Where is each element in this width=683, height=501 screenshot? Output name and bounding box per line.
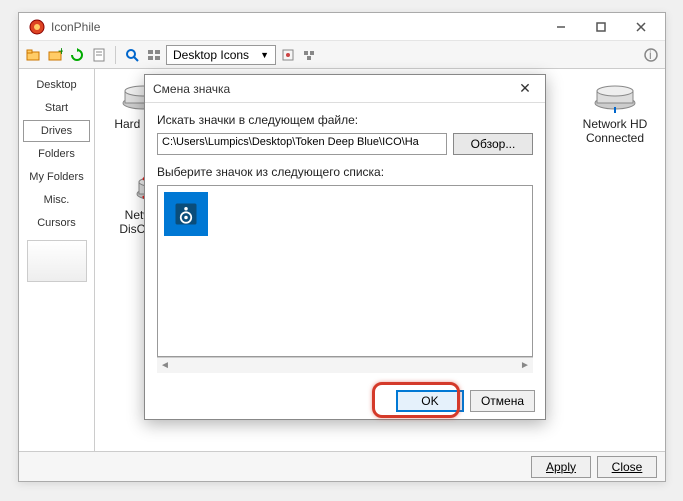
scroll-right-icon[interactable]: ► xyxy=(517,360,533,371)
toolbar: + Desktop Icons ▼ i xyxy=(19,41,665,69)
icon-listbox[interactable] xyxy=(157,185,533,357)
svg-text:+: + xyxy=(58,47,63,58)
search-icon[interactable] xyxy=(123,46,141,64)
svg-text:i: i xyxy=(649,48,652,62)
tool-icon-2[interactable] xyxy=(301,46,319,64)
horizontal-scrollbar[interactable]: ◄ ► xyxy=(157,357,533,373)
browse-button[interactable]: Обзор... xyxy=(453,133,533,155)
dialog-footer: OK Отмена xyxy=(145,383,545,419)
close-button-footer[interactable]: Close xyxy=(597,456,657,478)
list-label: Выберите значок из следующего списка: xyxy=(157,165,533,179)
sidebar-tab-cursors[interactable]: Cursors xyxy=(23,212,90,234)
icon-nethd-connected[interactable]: Network HD Connected xyxy=(575,77,655,145)
sidebar-tab-start[interactable]: Start xyxy=(23,97,90,119)
tool-icon-1[interactable] xyxy=(279,46,297,64)
dialog-close-button[interactable]: ✕ xyxy=(513,79,537,99)
app-title: IconPhile xyxy=(51,20,541,34)
app-icon xyxy=(29,19,45,35)
refresh-icon[interactable] xyxy=(68,46,86,64)
footer: Apply Close xyxy=(19,451,665,481)
close-button[interactable] xyxy=(621,15,661,39)
toolbar-separator xyxy=(115,46,116,64)
apply-button[interactable]: Apply xyxy=(531,456,591,478)
dialog-titlebar: Смена значка ✕ xyxy=(145,75,545,103)
sidebar-tab-misc[interactable]: Misc. xyxy=(23,189,90,211)
minimize-button[interactable] xyxy=(541,15,581,39)
dialog-body: Искать значки в следующем файле: C:\User… xyxy=(145,103,545,383)
sidebar: Desktop Start Drives Folders My Folders … xyxy=(19,69,95,451)
properties-icon[interactable] xyxy=(90,46,108,64)
sidebar-tab-myfolders[interactable]: My Folders xyxy=(23,166,90,188)
titlebar: IconPhile xyxy=(19,13,665,41)
view-icon[interactable] xyxy=(145,46,163,64)
path-row: C:\Users\Lumpics\Desktop\Token Deep Blue… xyxy=(157,133,533,155)
chevron-down-icon: ▼ xyxy=(256,50,273,60)
cancel-button[interactable]: Отмена xyxy=(470,390,535,412)
sidebar-tab-folders[interactable]: Folders xyxy=(23,143,90,165)
new-folder-icon[interactable]: + xyxy=(46,46,64,64)
search-label: Искать значки в следующем файле: xyxy=(157,113,533,127)
path-input[interactable]: C:\Users\Lumpics\Desktop\Token Deep Blue… xyxy=(157,133,447,155)
maximize-button[interactable] xyxy=(581,15,621,39)
dialog-title: Смена значка xyxy=(153,82,513,96)
change-icon-dialog: Смена значка ✕ Искать значки в следующем… xyxy=(144,74,546,420)
selected-icon[interactable] xyxy=(164,192,208,236)
category-combo[interactable]: Desktop Icons ▼ xyxy=(166,45,276,65)
combo-label: Desktop Icons xyxy=(173,48,249,62)
sidebar-preview xyxy=(27,240,87,282)
scroll-left-icon[interactable]: ◄ xyxy=(157,360,173,371)
folder-open-icon[interactable] xyxy=(24,46,42,64)
info-icon[interactable]: i xyxy=(642,46,660,64)
sidebar-tab-drives[interactable]: Drives xyxy=(23,120,90,142)
sidebar-tab-desktop[interactable]: Desktop xyxy=(23,74,90,96)
icon-label: Network HD Connected xyxy=(575,117,655,145)
ok-button[interactable]: OK xyxy=(396,390,464,412)
